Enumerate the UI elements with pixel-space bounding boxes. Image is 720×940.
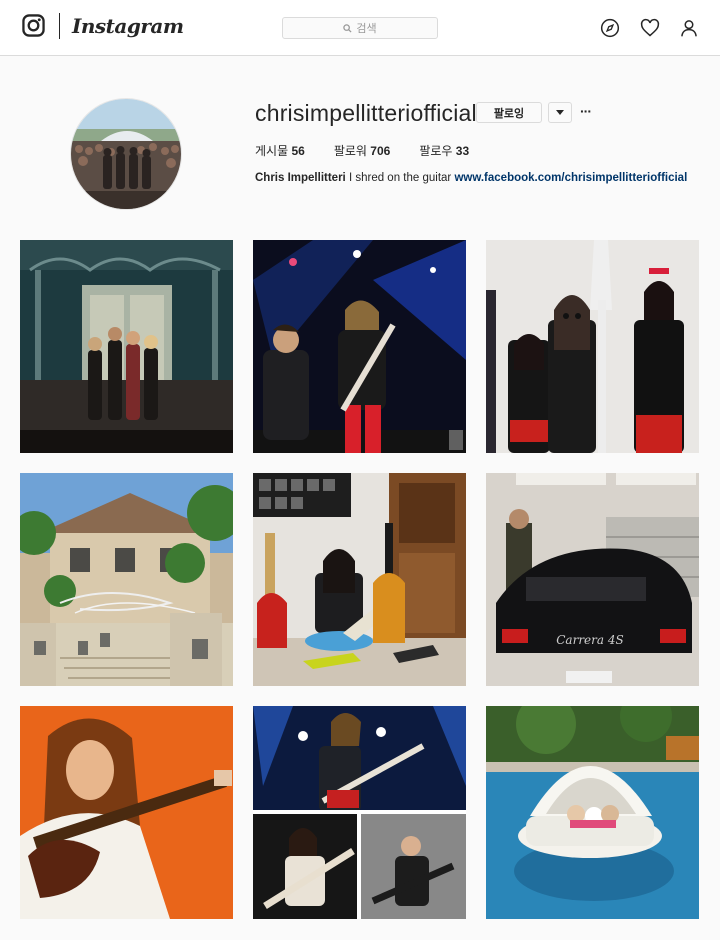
followers-count[interactable]: 팔로워 706 <box>334 142 391 159</box>
profile-bio: Chris Impellitteri I shred on the guitar… <box>255 172 687 184</box>
posts-count: 게시물 56 <box>255 142 305 159</box>
instagram-wordmark[interactable]: Instagram <box>72 14 184 38</box>
compass-icon[interactable] <box>600 18 620 38</box>
followers-label: 팔로워 <box>333 144 367 158</box>
post-thumbnail[interactable] <box>486 706 699 919</box>
search-icon <box>343 23 352 33</box>
search-input[interactable]: 검색 <box>282 17 438 39</box>
bio-link[interactable]: www.facebook.com/chrisimpellitterioffici… <box>454 172 687 184</box>
search-placeholder: 검색 <box>356 23 377 35</box>
post-thumbnail[interactable] <box>20 473 233 686</box>
bio-text: I shred on the guitar <box>348 172 452 184</box>
following-button[interactable]: 팔로잉 <box>476 102 542 123</box>
post-thumbnail[interactable] <box>253 706 466 919</box>
posts-label: 게시물 <box>255 144 289 158</box>
car-badge: Carrera 4S <box>556 633 623 647</box>
profile-avatar[interactable] <box>70 98 182 210</box>
following-value: 33 <box>455 144 470 158</box>
followers-value: 706 <box>370 144 391 158</box>
post-thumbnail[interactable] <box>486 240 699 453</box>
post-thumbnail[interactable] <box>253 240 466 453</box>
caret-down-icon <box>556 109 564 115</box>
logo-divider <box>59 13 60 39</box>
following-label: 팔로우 <box>419 144 453 158</box>
profile-stats: 게시물 56 팔로워 706 팔로우 33 <box>255 142 498 159</box>
post-thumbnail[interactable] <box>20 240 233 453</box>
post-thumbnail[interactable] <box>20 706 233 919</box>
post-thumbnail[interactable] <box>253 473 466 686</box>
instagram-logo-icon[interactable] <box>22 14 45 37</box>
more-options-button[interactable]: ··· <box>580 102 594 122</box>
top-navigation-bar: Instagram 검색 <box>0 0 720 56</box>
bio-full-name: Chris Impellitteri <box>255 172 346 184</box>
user-icon[interactable] <box>679 18 699 38</box>
post-thumbnail[interactable]: Carrera 4S <box>486 473 699 686</box>
following-count[interactable]: 팔로우 33 <box>419 142 469 159</box>
suggestions-dropdown-button[interactable] <box>548 102 572 123</box>
heart-icon[interactable] <box>640 18 660 38</box>
profile-username: chrisimpellitteriofficial <box>255 100 477 126</box>
posts-value: 56 <box>291 144 305 158</box>
